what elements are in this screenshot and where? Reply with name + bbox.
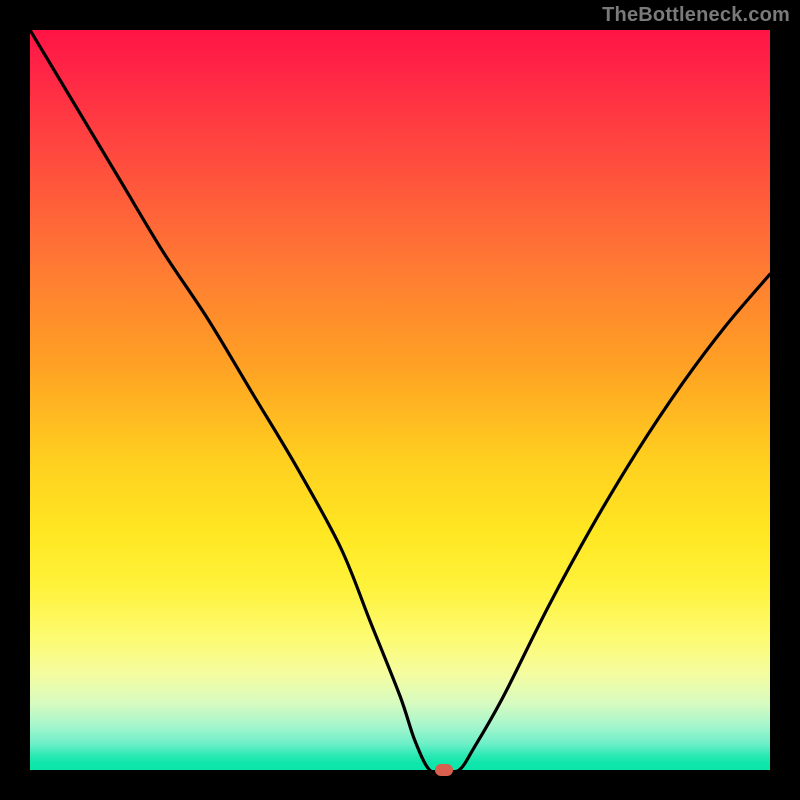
watermark-text: TheBottleneck.com bbox=[602, 4, 790, 27]
bottleneck-curve-svg bbox=[30, 30, 770, 770]
chart-frame: TheBottleneck.com bbox=[0, 0, 800, 800]
minimum-marker bbox=[435, 764, 453, 776]
bottleneck-curve-path bbox=[30, 30, 770, 770]
